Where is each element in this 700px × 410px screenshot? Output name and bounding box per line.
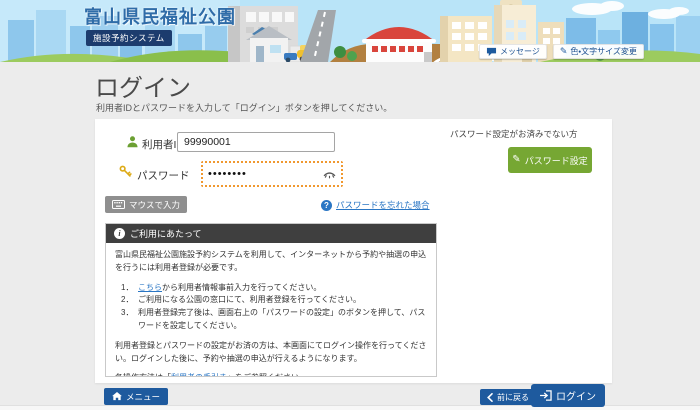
site-title: 富山県民福祉公園 — [84, 7, 236, 27]
pre-entry-link[interactable]: こちら — [138, 283, 162, 292]
pencil-icon: ✎ — [512, 154, 521, 165]
notice-body2: 利用者登録とパスワードの設定がお済の方は、本画面にてログイン操作を行ってください… — [115, 340, 427, 363]
pencil-icon: ✎ — [559, 46, 568, 56]
header: 富山県民福祉公園 施設予約システム メッセージ ✎ 色・文字サイズ変更 — [0, 0, 700, 62]
back-button-label: 前に戻る — [497, 392, 529, 402]
login-button[interactable]: ログイン — [531, 384, 605, 407]
mouse-input-button[interactable]: マウスで入力 — [105, 196, 188, 213]
guide-pre: 各操作方法は「 — [115, 373, 171, 376]
password-field-wrapper — [201, 161, 343, 187]
notice-guide-line: 各操作方法は「利用者の手引き」をご参照ください。 — [115, 372, 427, 376]
back-button[interactable]: 前に戻る — [480, 389, 536, 405]
password-setup-button[interactable]: ✎ パスワード設定 — [508, 147, 592, 173]
password-input[interactable] — [203, 168, 307, 180]
user-id-input[interactable] — [177, 132, 335, 152]
notice-step-1-text: から利用者情報事前入力を行ってください。 — [162, 282, 322, 292]
message-button-label: メッセージ — [500, 47, 540, 56]
password-label: パスワード — [137, 170, 190, 182]
chevron-left-icon — [487, 392, 493, 402]
speech-bubble-icon — [486, 47, 497, 56]
keyboard-icon — [112, 200, 125, 209]
usage-notice: i ご利用にあたって 富山県民福祉公園施設予約システムを利用して、インターネット… — [105, 223, 437, 377]
page-subtitle: 利用者IDとパスワードを入力して「ログイン」ボタンを押してください。 — [96, 103, 393, 113]
key-icon — [119, 165, 132, 178]
password-setup-note: パスワード設定がお済みでない方 — [450, 129, 578, 139]
house-icon — [112, 392, 122, 401]
mouse-input-label: マウスで入力 — [129, 199, 181, 210]
user-guide-link[interactable]: 利用者の手引き — [171, 373, 227, 376]
sign-in-icon — [540, 390, 552, 401]
guide-post: 」をご参照ください。 — [227, 373, 307, 376]
notice-steps: こちらから利用者情報事前入力を行ってください。 ご利用になる公園の窓口にて、利用… — [115, 282, 427, 333]
menu-button[interactable]: メニュー — [104, 388, 169, 405]
header-actions: メッセージ ✎ 色・文字サイズ変更 — [479, 44, 644, 59]
notice-step-2: ご利用になる公園の窓口にて、利用者登録を行ってください。 — [121, 294, 361, 307]
page-title: ログイン — [95, 75, 191, 102]
eye-off-icon[interactable] — [323, 170, 336, 179]
usage-notice-header: i ご利用にあたって — [106, 224, 436, 243]
display-settings-button[interactable]: ✎ 色・文字サイズ変更 — [552, 44, 644, 59]
usage-notice-title: ご利用にあたって — [130, 229, 202, 239]
system-badge: 施設予約システム — [86, 30, 172, 46]
message-button[interactable]: メッセージ — [479, 44, 547, 59]
login-button-label: ログイン — [556, 392, 596, 403]
forgot-password-label: パスワードを忘れた場合 — [336, 200, 430, 210]
usage-notice-body: 富山県民福祉公園施設予約システムを利用して、インターネットから予約や抽選の申込を… — [106, 243, 436, 376]
menu-button-label: メニュー — [126, 391, 161, 402]
forgot-password-link[interactable]: ? パスワードを忘れた場合 — [321, 199, 430, 211]
notice-step-3: 利用者登録完了後は、画面右上の「パスワードの設定」のボタンを押して、パスワードを… — [121, 307, 426, 330]
user-icon — [126, 135, 139, 148]
notice-step-1: こちらから利用者情報事前入力を行ってください。 — [121, 282, 427, 295]
notice-intro: 富山県民福祉公園施設予約システムを利用して、インターネットから予約や抽選の申込を… — [115, 250, 427, 272]
login-card: 利用者ID パスワード マウスで入力 ? パスワードを忘れた場合 — [95, 119, 612, 383]
info-icon: i — [114, 228, 125, 239]
display-settings-label: 色・文字サイズ変更 — [570, 47, 637, 56]
question-icon: ? — [321, 199, 332, 211]
password-setup-label: パスワード設定 — [524, 155, 588, 166]
